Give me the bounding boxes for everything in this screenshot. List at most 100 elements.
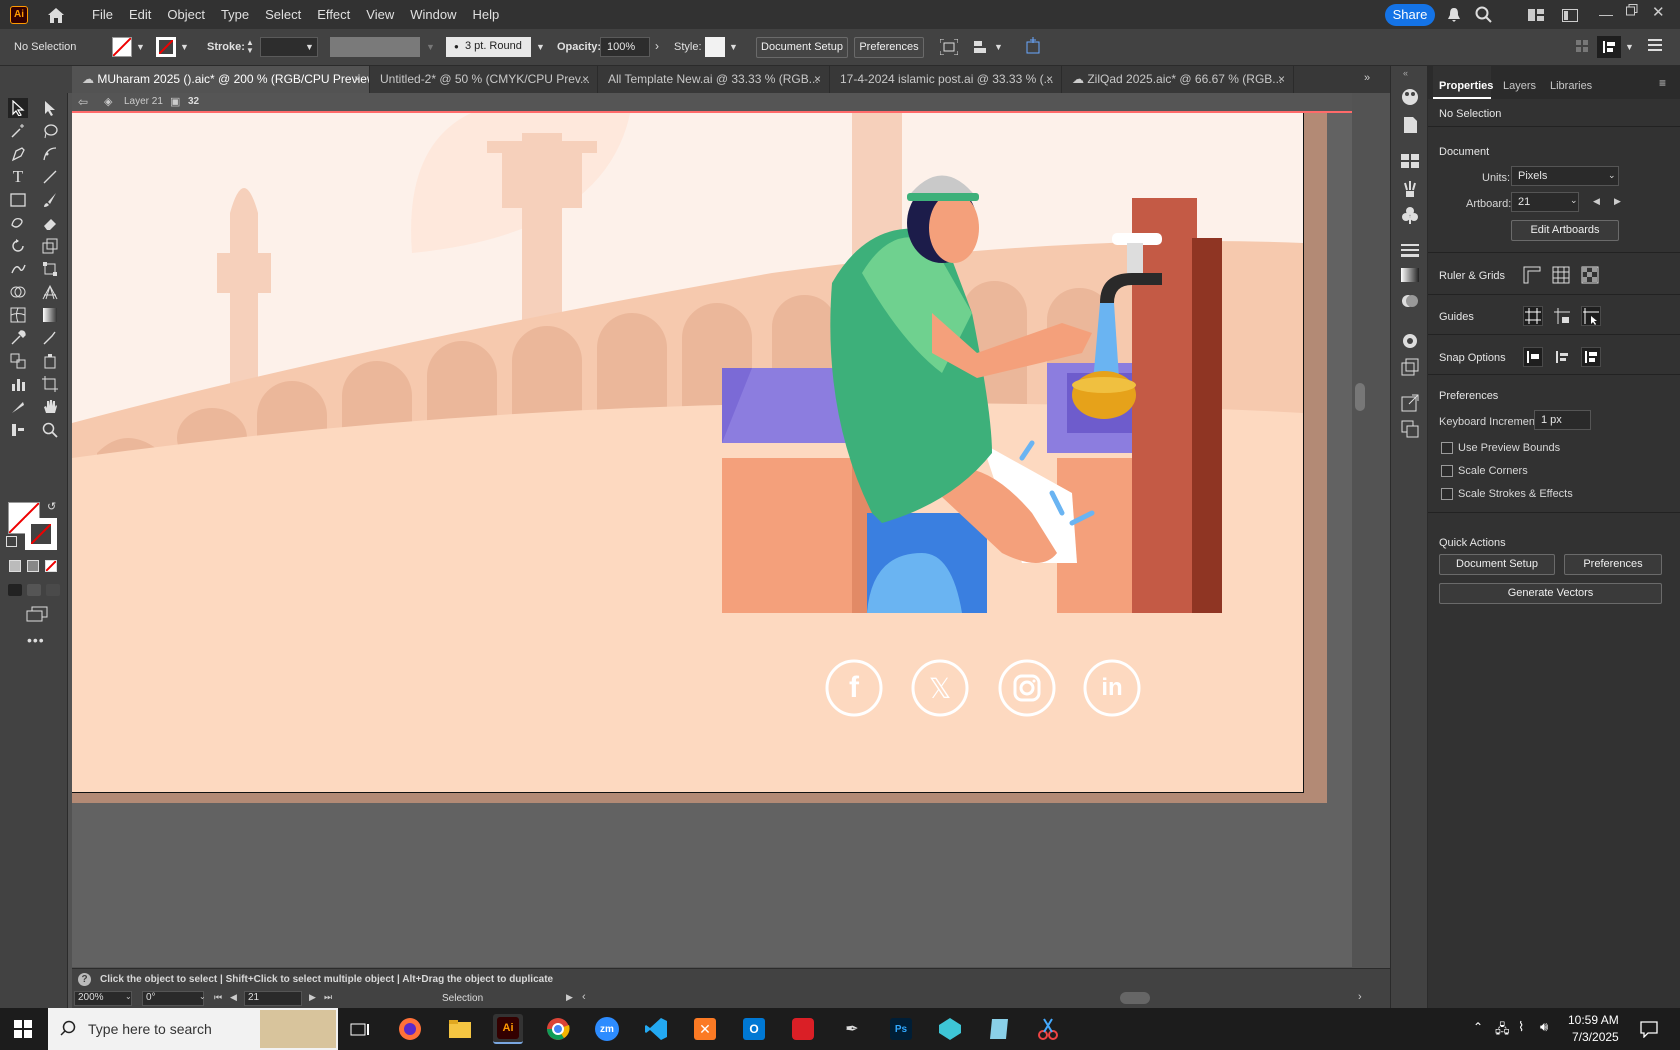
menu-help[interactable]: Help xyxy=(464,0,507,29)
volume-icon[interactable]: 🔊︎ xyxy=(1540,1019,1548,1035)
tab-zilqad[interactable]: ☁ ZilQad 2025.aic* @ 66.67 % (RGB... × xyxy=(1062,66,1294,93)
brush-definition[interactable]: ● 3 pt. Round xyxy=(446,37,531,57)
next-artboard-icon[interactable]: ▶ xyxy=(309,992,316,1003)
clock-time[interactable]: 10:59 AM xyxy=(1568,1013,1619,1027)
horizontal-scroll-thumb[interactable] xyxy=(1120,992,1150,1004)
swap-icon[interactable]: ↺ xyxy=(47,500,56,513)
chevron-down-icon[interactable]: ⌄ xyxy=(125,992,132,1001)
breadcrumb-count[interactable]: 32 xyxy=(188,96,199,107)
menu-object[interactable]: Object xyxy=(159,0,213,29)
recolor-icon[interactable] xyxy=(1024,37,1042,58)
notes-app-icon[interactable] xyxy=(984,1014,1014,1044)
scale-tool-icon[interactable] xyxy=(40,236,60,256)
tab-islamic-post[interactable]: 17-4-2024 islamic post.ai @ 33.33 % (...… xyxy=(830,66,1062,93)
symbols-panel-icon[interactable] xyxy=(1401,206,1419,227)
sketchup-icon[interactable] xyxy=(935,1014,965,1044)
tab-libraries[interactable]: Libraries xyxy=(1550,80,1592,92)
home-icon[interactable] xyxy=(46,6,66,24)
close-icon[interactable]: × xyxy=(814,66,821,93)
menu-file[interactable]: File xyxy=(84,0,121,29)
artboard-navigator[interactable]: 21 xyxy=(244,991,302,1006)
selection-tool-icon[interactable] xyxy=(8,98,28,118)
collapse-icon[interactable]: « xyxy=(1403,68,1408,78)
stroke-stepper[interactable]: ▲ ▼ xyxy=(246,39,254,55)
photoshop-icon[interactable]: Ps xyxy=(886,1014,916,1044)
creative-cloud-icon[interactable] xyxy=(788,1014,818,1044)
snap-to-pixel-icon[interactable] xyxy=(1553,348,1571,369)
stroke-color-swatch[interactable] xyxy=(25,518,57,550)
share-button[interactable]: Share xyxy=(1385,4,1435,26)
properties-panel-icon[interactable] xyxy=(1401,116,1419,137)
shaper-tool-icon[interactable] xyxy=(8,213,28,233)
blend-tool-icon[interactable] xyxy=(8,351,28,371)
default-colors-icon[interactable] xyxy=(6,536,17,547)
chevron-right-icon[interactable]: › xyxy=(655,39,659,53)
help-icon[interactable]: ? xyxy=(78,973,91,986)
taskbar-search[interactable]: Type here to search xyxy=(48,1008,338,1050)
close-icon[interactable]: × xyxy=(1278,66,1285,93)
eraser-tool-icon[interactable] xyxy=(40,213,60,233)
menu-effect[interactable]: Effect xyxy=(309,0,358,29)
search-icon[interactable] xyxy=(1475,6,1493,27)
tab-untitled-2[interactable]: Untitled-2* @ 50 % (CMYK/CPU Prev... × xyxy=(370,66,598,93)
show-guides-icon[interactable] xyxy=(1523,306,1543,326)
variable-width-profile[interactable] xyxy=(330,37,420,57)
column-graph-tool-icon[interactable] xyxy=(8,374,28,394)
lasso-tool-icon[interactable] xyxy=(40,121,60,141)
appearance-panel-icon[interactable] xyxy=(1401,332,1419,353)
document-setup-button[interactable]: Document Setup xyxy=(1439,554,1555,575)
chevron-down-icon[interactable]: ▼ xyxy=(136,42,145,52)
transform-icon[interactable] xyxy=(939,38,959,58)
panel-menu-icon[interactable]: ≡ xyxy=(1659,76,1666,90)
swatches-panel-icon[interactable] xyxy=(1401,154,1419,171)
menu-edit[interactable]: Edit xyxy=(121,0,159,29)
last-artboard-icon[interactable]: ⏭ xyxy=(324,992,332,1003)
perspective-grid-tool-icon[interactable] xyxy=(40,282,60,302)
notifications-icon[interactable] xyxy=(1640,1020,1658,1041)
stroke-swatch[interactable] xyxy=(156,37,176,57)
hand-tool-icon[interactable] xyxy=(40,397,60,417)
symbol-sprayer-tool-icon[interactable] xyxy=(40,351,60,371)
canvas[interactable]: ⇦ ◈ Layer 21 ▣ 32 f 𝕏 in xyxy=(72,93,1369,967)
measure-tool-icon[interactable] xyxy=(40,328,60,348)
vertical-scrollbar[interactable] xyxy=(1352,93,1369,967)
paintbrush-tool-icon[interactable] xyxy=(40,190,60,210)
rulers-icon[interactable] xyxy=(1523,266,1541,287)
menu-type[interactable]: Type xyxy=(213,0,257,29)
tab-muharam[interactable]: ☁ MUharam 2025 ().aic* @ 200 % (RGB/CPU … xyxy=(72,66,370,93)
chevron-down-icon[interactable]: ▼ xyxy=(1625,42,1634,52)
zoom-level[interactable]: 200% xyxy=(74,991,132,1006)
zoom-app-icon[interactable]: zm xyxy=(592,1014,622,1044)
keyboard-increment-input[interactable]: 1 px xyxy=(1534,410,1591,430)
magic-wand-tool-icon[interactable] xyxy=(8,121,28,141)
gradient-mode-icon[interactable] xyxy=(27,560,39,572)
slice-tool-icon[interactable] xyxy=(8,397,28,417)
graphic-styles-panel-icon[interactable] xyxy=(1401,358,1419,379)
preferences-button[interactable]: Preferences xyxy=(854,37,924,58)
free-transform-tool-icon[interactable] xyxy=(40,259,60,279)
none-mode-icon[interactable] xyxy=(45,560,57,572)
prev-artboard-icon[interactable]: ◀ xyxy=(230,992,237,1003)
puppet-warp-tool-icon[interactable] xyxy=(8,420,28,440)
scroll-left-icon[interactable]: ‹ xyxy=(582,991,586,1003)
artboards-panel-icon[interactable] xyxy=(1401,420,1419,441)
panel-toggle-icon[interactable] xyxy=(1597,36,1621,58)
line-tool-icon[interactable] xyxy=(40,167,60,187)
back-arrow-icon[interactable]: ⇦ xyxy=(78,95,88,109)
document-setup-button[interactable]: Document Setup xyxy=(756,37,848,58)
tabs-overflow-icon[interactable]: » xyxy=(1364,72,1370,84)
previous-artboard-icon[interactable]: ◀ xyxy=(1593,196,1600,207)
direct-selection-tool-icon[interactable] xyxy=(40,98,60,118)
firefox-icon[interactable] xyxy=(395,1014,425,1044)
workspace-icon[interactable] xyxy=(1562,9,1578,25)
network-icon[interactable]: 🖧 xyxy=(1495,1020,1510,1042)
snipping-tool-icon[interactable] xyxy=(1033,1014,1063,1044)
arrange-documents-icon[interactable] xyxy=(1528,9,1544,24)
menu-window[interactable]: Window xyxy=(402,0,464,29)
windows-start-icon[interactable] xyxy=(14,1020,32,1041)
style-swatch[interactable] xyxy=(705,37,725,57)
chevron-down-icon[interactable]: ▼ xyxy=(994,42,1003,52)
menu-select[interactable]: Select xyxy=(257,0,309,29)
color-mode-icon[interactable] xyxy=(9,560,21,572)
snap-to-point-icon[interactable] xyxy=(1523,347,1543,367)
